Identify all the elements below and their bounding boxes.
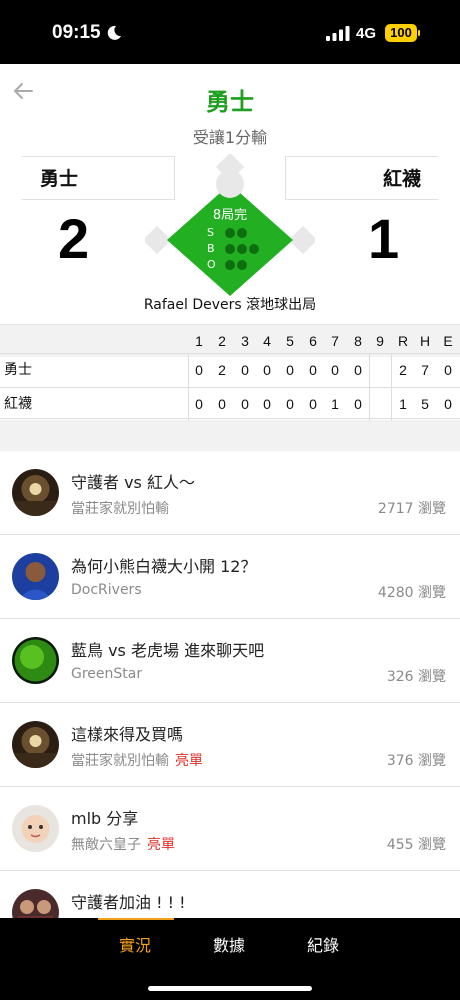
match-title: 勇士 [206, 88, 254, 116]
linescore-cell: 0 [309, 362, 317, 378]
post-title: 守護者 vs 紅人～ [71, 473, 195, 492]
linescore-cell: 0 [218, 396, 226, 412]
scoreboard-header: 勇士 受讓1分輸 勇士 紅襪 2 1 8局完 S B O Rafael Deve… [0, 64, 460, 324]
linescore-cell: 0 [444, 396, 452, 412]
linescore-cell: 0 [444, 362, 452, 378]
author-name: 當莊家就別怕輸 [71, 501, 169, 517]
author-name: GreenStar [71, 666, 143, 682]
strike-label: S [207, 226, 214, 239]
post-views: 376 瀏覽 [386, 753, 446, 769]
handicap-text: 受讓1分輸 [192, 128, 268, 147]
tab-records[interactable]: 紀錄 [307, 932, 339, 956]
post-list: 守護者 vs 紅人～ 當莊家就別怕輸 2717 瀏覽 為何小熊白襪大小開 12？… [0, 451, 460, 921]
linescore-cell: 0 [354, 362, 362, 378]
linescore-cell: 0 [286, 396, 294, 412]
post-title: 為何小熊白襪大小開 12？ [71, 557, 257, 576]
post-item[interactable]: 守護者 vs 紅人～ 當莊家就別怕輸 2717 瀏覽 [0, 451, 460, 535]
moon-icon [107, 25, 121, 40]
network-label: 4G [356, 25, 377, 42]
post-views: 455 瀏覽 [386, 837, 446, 853]
linescore-cell: 0 [286, 362, 294, 378]
post-item[interactable]: 這樣來得及買嗎 當莊家就別怕輸 亮單 376 瀏覽 [0, 703, 460, 787]
ball-dot [249, 244, 259, 254]
post-item[interactable]: 藍鳥 vs 老虎場 進來聊天吧 GreenStar 326 瀏覽 [0, 619, 460, 703]
linescore-cell: 2 [399, 362, 407, 378]
out-dot [225, 260, 235, 270]
linescore-cell: 1 [399, 396, 407, 412]
bottom-tab-bar: 實況 數據 紀錄 [0, 918, 460, 1000]
post-author: DocRivers [71, 582, 148, 598]
post-item[interactable]: 守護者加油 ! ! ! [0, 871, 460, 921]
linescore-cell: 0 [309, 396, 317, 412]
linescore-cell: 0 [263, 362, 271, 378]
post-author: 當莊家就別怕輸 亮單 [71, 750, 203, 770]
post-views: 326 瀏覽 [386, 669, 446, 685]
table-divider [391, 353, 392, 421]
linescore-table: 1 2 3 4 5 6 7 8 9 R H E 勇士 0 2 0 0 0 0 0… [0, 324, 460, 421]
strike-dot [237, 228, 247, 238]
linescore-cell: 0 [241, 362, 249, 378]
tab-stats[interactable]: 數據 [213, 932, 245, 956]
baby-avatar-icon [12, 805, 59, 852]
post-item[interactable]: mlb 分享 無敵六皇子 亮單 455 瀏覽 [0, 787, 460, 871]
linescore-cell: 0 [331, 362, 339, 378]
out-label: O [207, 258, 216, 271]
linescore-cell: 0 [263, 396, 271, 412]
away-score: 1 [368, 207, 400, 270]
post-title: 守護者加油 ! ! ! [71, 893, 186, 912]
person-avatar-icon [12, 553, 59, 600]
author-name: DocRivers [71, 582, 142, 598]
post-author: GreenStar [71, 666, 148, 682]
inning-status: 8局完 [212, 208, 248, 223]
stadium-avatar-icon [12, 721, 59, 768]
linescore-cell: 5 [421, 396, 429, 412]
signal-icon [326, 26, 350, 41]
home-score: 2 [58, 207, 90, 270]
active-tab-indicator [98, 918, 174, 920]
last-play-text: Rafael Devers 滾地球出局 [143, 297, 317, 313]
linescore-cell: 2 [218, 362, 226, 378]
table-divider [369, 353, 370, 421]
linescore-cell: 0 [241, 396, 249, 412]
linescore-team: 紅襪 [4, 396, 32, 412]
linescore-cell: 0 [195, 396, 203, 412]
post-title: 這樣來得及買嗎 [71, 725, 184, 744]
author-name: 當莊家就別怕輸 [71, 753, 169, 769]
tab-live[interactable]: 實況 [119, 932, 151, 956]
post-title: mlb 分享 [71, 809, 139, 828]
post-views: 4280 瀏覽 [377, 585, 446, 601]
linescore-cell: 1 [331, 396, 339, 412]
table-divider [188, 353, 189, 421]
linescore-cell: 0 [354, 396, 362, 412]
baseball-diamond: 8局完 S B O [142, 152, 318, 304]
post-author: 當莊家就別怕輸 [71, 498, 175, 518]
ball-dot [225, 244, 235, 254]
ball-label: B [207, 242, 215, 255]
linescore-cell: 0 [195, 362, 203, 378]
out-dot [237, 260, 247, 270]
linescore-team: 勇士 [4, 362, 32, 378]
green-sun-avatar-icon [12, 637, 59, 684]
status-bar: 09:15 4G 100 [0, 0, 460, 64]
post-title: 藍鳥 vs 老虎場 進來聊天吧 [71, 641, 265, 660]
battery-icon: 100 [385, 24, 417, 42]
author-name: 無敵六皇子 [71, 837, 141, 853]
battery-tip [418, 30, 420, 36]
stadium-avatar-icon [12, 469, 59, 516]
ball-dot [237, 244, 247, 254]
post-author: 無敵六皇子 亮單 [71, 834, 175, 854]
hot-tag: 亮單 [175, 753, 203, 769]
status-time: 09:15 [52, 22, 101, 43]
hot-tag: 亮單 [147, 837, 175, 853]
linescore-cell: 7 [421, 362, 429, 378]
people-avatar-icon [12, 889, 59, 921]
post-views: 2717 瀏覽 [377, 501, 446, 517]
home-indicator[interactable] [148, 986, 312, 991]
strike-dot [225, 228, 235, 238]
post-item[interactable]: 為何小熊白襪大小開 12？ DocRivers 4280 瀏覽 [0, 535, 460, 619]
